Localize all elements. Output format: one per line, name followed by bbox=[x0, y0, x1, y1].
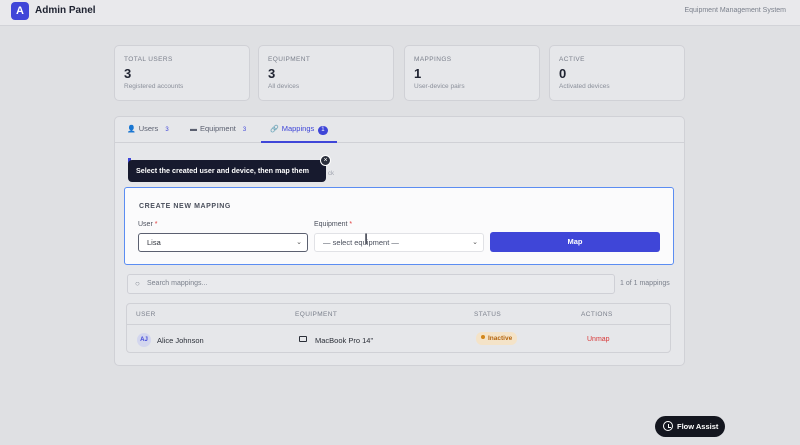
stat-sub: Registered accounts bbox=[124, 83, 184, 90]
stat-value: 3 bbox=[268, 66, 276, 81]
tab-bar: 👤 Users 3 ▬ Equipment 3 🔗 Mappings 1 bbox=[115, 117, 684, 143]
chevron-down-icon: ⌄ bbox=[472, 239, 478, 246]
user-icon: 👤 bbox=[127, 126, 136, 133]
tab-users[interactable]: 👤 Users 3 bbox=[127, 117, 172, 143]
tab-label: Mappings bbox=[281, 124, 315, 133]
tab-mappings[interactable]: 🔗 Mappings 1 bbox=[261, 117, 337, 143]
search-placeholder: Search mappings... bbox=[147, 280, 208, 287]
equipment-select-value: — select equipment — bbox=[323, 238, 399, 247]
top-bar: A Admin Panel Equipment Management Syste… bbox=[0, 0, 800, 26]
column-header-user: USER bbox=[136, 311, 156, 318]
stat-label: MAPPINGS bbox=[414, 56, 452, 63]
tab-badge: 3 bbox=[242, 127, 247, 133]
equipment-label-text: Equipment bbox=[314, 221, 348, 228]
user-field-label: User * bbox=[138, 221, 157, 228]
user-name: Alice Johnson bbox=[157, 336, 204, 345]
stat-value: 0 bbox=[559, 66, 567, 81]
divider bbox=[127, 324, 670, 325]
stat-card-equipment: EQUIPMENT 3 All devices bbox=[258, 45, 394, 101]
column-header-equipment: EQUIPMENT bbox=[295, 311, 338, 318]
unmap-button[interactable]: Unmap bbox=[587, 336, 610, 343]
tab-badge: 1 bbox=[318, 126, 328, 135]
column-header-status: STATUS bbox=[474, 311, 502, 318]
stat-card-active: ACTIVE 0 Activated devices bbox=[549, 45, 685, 101]
equipment-field-label: Equipment * bbox=[314, 221, 352, 228]
tab-label: Equipment bbox=[200, 124, 236, 133]
link-icon: 🔗 bbox=[270, 126, 279, 133]
map-button[interactable]: Map bbox=[490, 232, 660, 252]
stat-label: ACTIVE bbox=[559, 56, 585, 63]
monitor-icon bbox=[299, 336, 307, 342]
stat-label: EQUIPMENT bbox=[268, 56, 311, 63]
column-header-actions: ACTIONS bbox=[581, 311, 613, 318]
stat-card-mappings: MAPPINGS 1 User-device pairs bbox=[404, 45, 540, 101]
form-title: CREATE NEW MAPPING bbox=[139, 203, 231, 210]
status-dot-icon bbox=[481, 335, 485, 340]
equipment-select[interactable]: — select equipment — ⌄ bbox=[314, 233, 484, 252]
app-logo: A bbox=[11, 2, 29, 20]
app-title: Admin Panel bbox=[35, 5, 96, 16]
close-icon[interactable]: × bbox=[320, 155, 331, 166]
mappings-table: USER EQUIPMENT STATUS ACTIONS AJ Alice J… bbox=[126, 303, 671, 353]
flow-assist-button[interactable]: Flow Assist bbox=[655, 416, 725, 437]
stat-card-total-users: TOTAL USERS 3 Registered accounts bbox=[114, 45, 250, 101]
stat-sub: All devices bbox=[268, 83, 300, 90]
required-mark: * bbox=[349, 221, 353, 228]
user-select[interactable]: Lisa ⌄ bbox=[138, 233, 308, 252]
monitor-icon: ▬ bbox=[190, 126, 197, 133]
guide-tooltip: Select the created user and device, then… bbox=[128, 160, 326, 182]
status-badge: Inactive bbox=[476, 332, 518, 345]
flow-assist-label: Flow Assist bbox=[677, 422, 719, 431]
stat-sub: Activated devices bbox=[559, 83, 610, 90]
text-cursor-icon: I bbox=[364, 232, 369, 248]
app-subtitle: Equipment Management System bbox=[684, 7, 786, 14]
stat-label: TOTAL USERS bbox=[124, 56, 173, 63]
status-text: Inactive bbox=[488, 335, 513, 342]
avatar: AJ bbox=[137, 333, 151, 347]
stat-value: 3 bbox=[124, 66, 132, 81]
clock-icon bbox=[663, 421, 673, 431]
user-label-text: User bbox=[138, 221, 153, 228]
stat-value: 1 bbox=[414, 66, 422, 81]
create-mapping-form: CREATE NEW MAPPING User * Equipment * Li… bbox=[124, 187, 674, 265]
chevron-down-icon: ⌄ bbox=[296, 239, 302, 246]
tab-badge: 3 bbox=[165, 127, 169, 133]
mapping-count: 1 of 1 mappings bbox=[620, 280, 670, 287]
search-input[interactable]: ○ Search mappings... bbox=[127, 274, 615, 294]
search-icon: ○ bbox=[135, 279, 140, 288]
tab-label: Users bbox=[138, 124, 159, 133]
obscured-text: ck bbox=[328, 171, 334, 177]
stat-sub: User-device pairs bbox=[414, 83, 465, 90]
required-mark: * bbox=[154, 221, 158, 228]
equipment-name: MacBook Pro 14" bbox=[315, 336, 374, 345]
user-select-value: Lisa bbox=[147, 238, 161, 247]
tab-equipment[interactable]: ▬ Equipment 3 bbox=[190, 117, 249, 143]
